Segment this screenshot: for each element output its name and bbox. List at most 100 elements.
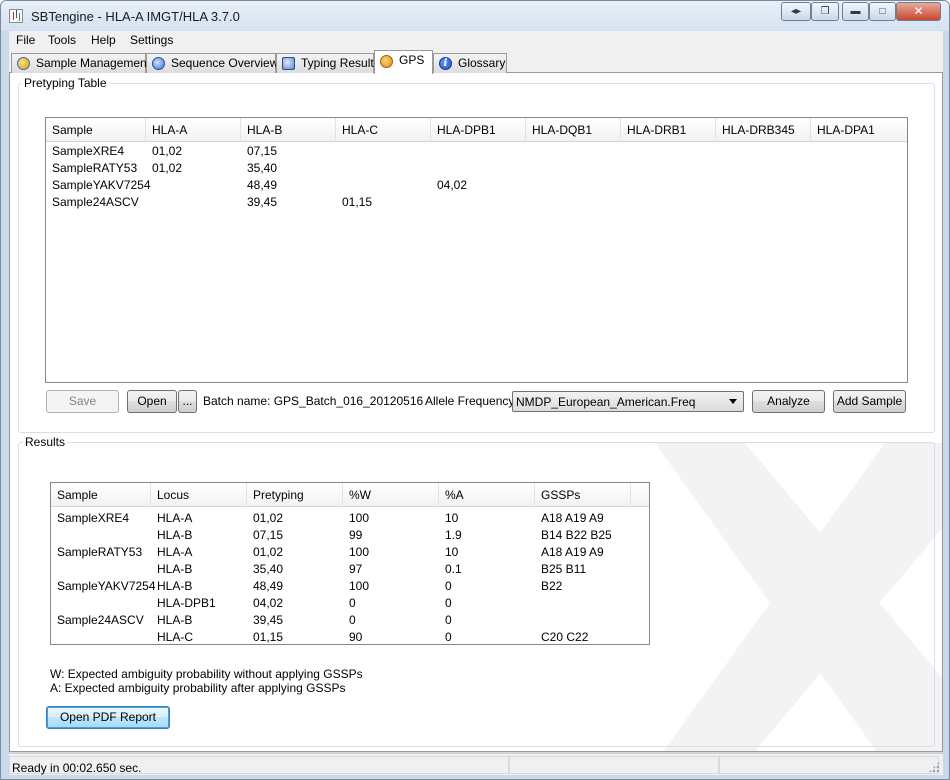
results-table-header: Sample Locus Pretyping %W %A GSSPs — [51, 483, 649, 507]
menu-file[interactable]: File — [16, 33, 35, 47]
column-header[interactable]: GSSPs — [535, 483, 631, 507]
column-header[interactable]: %A — [439, 483, 535, 507]
table-cell: 0 — [445, 596, 452, 610]
column-header[interactable]: HLA-A — [146, 118, 241, 142]
column-header[interactable]: HLA-DQB1 — [526, 118, 621, 142]
table-cell: 35,40 — [247, 161, 278, 175]
column-header[interactable]: HLA-C — [336, 118, 431, 142]
table-cell: B25 B11 — [541, 562, 587, 576]
table-cell: 0 — [349, 613, 356, 627]
table-cell: 39,45 — [247, 195, 278, 209]
menu-tools[interactable]: Tools — [48, 33, 76, 47]
table-cell: C20 C22 — [541, 630, 589, 644]
tab-glossary[interactable]: i Glossary — [433, 53, 507, 73]
table-row[interactable]: SampleYAKV7254 48,49 04,02 — [46, 177, 907, 194]
table-cell: 04,02 — [437, 178, 468, 192]
table-cell: 100 — [349, 511, 370, 525]
open-button[interactable]: Open — [127, 390, 177, 413]
results-table[interactable]: Sample Locus Pretyping %W %A GSSPs SampleXRE4… — [50, 482, 650, 645]
table-row[interactable]: SampleXRE4 HLA-A 01,02 100 10 A18 A19 A9 — [51, 510, 649, 527]
table-cell: 0 — [445, 579, 452, 593]
column-header[interactable]: %W — [343, 483, 439, 507]
table-cell: 90 — [349, 630, 363, 644]
table-cell — [811, 143, 907, 160]
minimize-button[interactable]: ▬ — [842, 2, 869, 21]
analyze-button[interactable]: Analyze — [752, 390, 825, 413]
menu-help[interactable]: Help — [91, 33, 116, 47]
column-header[interactable]: HLA-DPA1 — [811, 118, 907, 142]
table-cell: A18 A19 A9 — [541, 545, 604, 559]
table-row[interactable]: HLA-B 35,40 97 0.1 B25 B11 — [51, 561, 649, 578]
legend-w-text: W: Expected ambiguity probability withou… — [50, 667, 363, 681]
table-cell: 07,15 — [253, 528, 284, 542]
table-row[interactable]: HLA-C 01,15 90 0 C20 C22 — [51, 629, 649, 644]
pretyping-table[interactable]: Sample HLA-A HLA-B HLA-C HLA-DPB1 HLA-DQB1 HLA… — [45, 117, 908, 383]
status-text: Ready in 00:02.650 sec. — [12, 761, 142, 775]
tab-typing-result[interactable]: Typing Result — [276, 53, 374, 73]
chevron-down-icon — [729, 399, 737, 404]
open-pdf-report-button[interactable]: Open PDF Report — [46, 706, 170, 729]
table-cell: B14 B22 B25 — [541, 528, 612, 542]
results-group-label: Results — [23, 435, 68, 449]
app-icon — [9, 9, 23, 23]
table-cell — [621, 160, 716, 177]
table-cell: HLA-B — [157, 562, 193, 576]
status-pane-main: Ready in 00:02.650 sec. — [9, 756, 509, 775]
table-row[interactable]: SampleYAKV7254 HLA-B 48,49 100 0 B22 — [51, 578, 649, 595]
restore-layout-icon[interactable]: ◂▸ — [781, 2, 811, 21]
allele-frequency-select[interactable]: NMDP_European_American.Freq — [512, 391, 744, 412]
table-cell: 100 — [349, 545, 370, 559]
column-header[interactable]: HLA-DRB1 — [621, 118, 716, 142]
column-header[interactable]: Locus — [151, 483, 247, 507]
table-cell — [431, 194, 526, 211]
column-header[interactable]: HLA-DRB345 — [716, 118, 811, 142]
table-cell — [716, 177, 811, 194]
batch-name-label: Batch name: GPS_Batch_016_20120516 — [203, 394, 424, 408]
table-row[interactable]: Sample24ASCV HLA-B 39,45 0 0 — [51, 612, 649, 629]
table-cell: Sample24ASCV — [52, 195, 139, 209]
table-cell: B22 — [541, 579, 563, 593]
table-cell: HLA-C — [157, 630, 194, 644]
table-row[interactable]: Sample24ASCV 39,45 01,15 — [46, 194, 907, 211]
table-row[interactable]: SampleRATY53 HLA-A 01,02 100 10 A18 A19 A9 — [51, 544, 649, 561]
table-cell: HLA-B — [157, 528, 193, 542]
table-cell — [621, 177, 716, 194]
table-cell — [431, 160, 526, 177]
table-row[interactable]: SampleRATY53 01,02 35,40 — [46, 160, 907, 177]
table-cell: 01,02 — [253, 545, 284, 559]
column-header[interactable]: Pretyping — [247, 483, 343, 507]
tab-strip: Sample Management Sequence Overview Typi… — [9, 50, 943, 74]
table-cell — [526, 194, 621, 211]
tab-sequence-overview[interactable]: Sequence Overview — [146, 53, 278, 73]
close-button[interactable]: ✕ — [896, 2, 941, 21]
table-row[interactable]: HLA-DPB1 04,02 0 0 — [51, 595, 649, 612]
copy-window-icon[interactable]: ❐ — [811, 2, 839, 21]
table-cell — [811, 194, 907, 211]
table-cell — [526, 177, 621, 194]
table-cell — [535, 595, 631, 612]
table-cell: 97 — [349, 562, 363, 576]
tab-sample-management[interactable]: Sample Management — [11, 53, 150, 73]
tab-label: Sample Management — [36, 56, 151, 70]
table-cell: Sample24ASCV — [57, 613, 144, 627]
maximize-button[interactable]: □ — [869, 2, 896, 21]
table-cell — [51, 629, 151, 644]
sample-management-icon — [17, 57, 30, 70]
browse-button[interactable]: ... — [178, 390, 197, 413]
table-cell — [51, 595, 151, 612]
column-header[interactable]: HLA-DPB1 — [431, 118, 526, 142]
table-row[interactable]: HLA-B 07,15 99 1.9 B14 B22 B25 — [51, 527, 649, 544]
tab-gps[interactable]: GPS — [374, 50, 433, 74]
column-header[interactable]: HLA-B — [241, 118, 336, 142]
title-bar: SBTengine - HLA-A IMGT/HLA 3.7.0 ◂▸ ❐ ▬ … — [1, 1, 949, 31]
save-button[interactable]: Save — [46, 390, 119, 413]
menu-settings[interactable]: Settings — [130, 33, 173, 47]
table-row[interactable]: SampleXRE4 01,02 07,15 — [46, 143, 907, 160]
table-cell — [431, 143, 526, 160]
add-sample-button[interactable]: Add Sample — [833, 390, 906, 413]
table-cell — [811, 177, 907, 194]
column-header[interactable]: Sample — [46, 118, 146, 142]
allele-frequency-value: NMDP_European_American.Freq — [516, 395, 696, 409]
column-header[interactable]: Sample — [51, 483, 151, 507]
table-cell: 01,02 — [152, 161, 183, 175]
